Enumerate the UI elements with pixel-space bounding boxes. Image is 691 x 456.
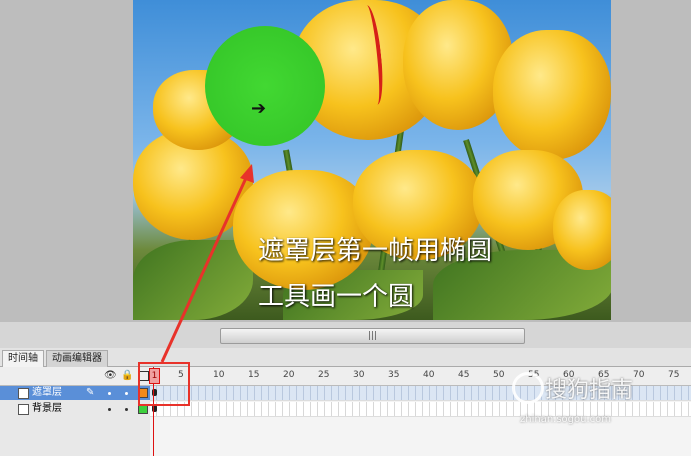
ruler-label: 40 xyxy=(423,370,435,380)
tulip-flower xyxy=(493,30,611,160)
lock-icon[interactable]: 🔒 xyxy=(121,370,133,381)
layer-name: 遮罩层 xyxy=(32,387,62,398)
tulip-leaf xyxy=(133,240,253,320)
caption-line-1: 遮罩层第一帧用椭圆 xyxy=(258,236,493,266)
watermark-text: 搜狗指南 xyxy=(545,378,634,403)
horizontal-scrollbar[interactable]: ||| xyxy=(0,322,691,348)
annotation-highlight-box xyxy=(138,362,190,406)
layer-mask[interactable]: 遮罩层 ✎ xyxy=(0,386,150,400)
caption-line-2: 工具画一个圆 xyxy=(258,282,415,312)
ruler-label: 20 xyxy=(283,370,295,380)
sogou-logo-icon xyxy=(512,372,544,404)
watermark-url: zhinan.sogou.com xyxy=(520,414,612,425)
lock-dot[interactable] xyxy=(125,392,128,395)
ruler-label: 10 xyxy=(213,370,225,380)
ruler-label: 35 xyxy=(388,370,400,380)
ruler-label: 25 xyxy=(318,370,330,380)
layer-background[interactable]: 背景层 xyxy=(0,402,150,416)
layer-name: 背景层 xyxy=(32,403,62,414)
ruler-label: 30 xyxy=(353,370,365,380)
tab-motion-editor[interactable]: 动画编辑器 xyxy=(46,350,108,367)
ruler-label: 50 xyxy=(493,370,505,380)
timeline-tabs: 时间轴 动画编辑器 xyxy=(0,348,691,367)
eye-icon[interactable]: 👁 xyxy=(104,370,117,381)
visibility-dot[interactable] xyxy=(108,392,111,395)
pencil-icon: ✎ xyxy=(86,387,95,398)
ruler-label: 70 xyxy=(633,370,645,380)
lock-dot[interactable] xyxy=(125,408,128,411)
ruler-label: 15 xyxy=(248,370,260,380)
ruler-label: 45 xyxy=(458,370,470,380)
move-cursor-icon: ➔ xyxy=(251,98,267,119)
layer-icon xyxy=(18,388,29,399)
scrollbar-thumb[interactable]: ||| xyxy=(220,328,525,344)
layer-icon xyxy=(18,404,29,415)
mask-circle[interactable] xyxy=(205,26,325,146)
layer-list: 遮罩层 ✎ 背景层 xyxy=(0,386,150,456)
ruler-label: 75 xyxy=(668,370,680,380)
stage-canvas[interactable]: ➔ 遮罩层第一帧用椭圆 工具画一个圆 xyxy=(133,0,611,320)
tab-timeline[interactable]: 时间轴 xyxy=(2,350,44,367)
visibility-dot[interactable] xyxy=(108,408,111,411)
